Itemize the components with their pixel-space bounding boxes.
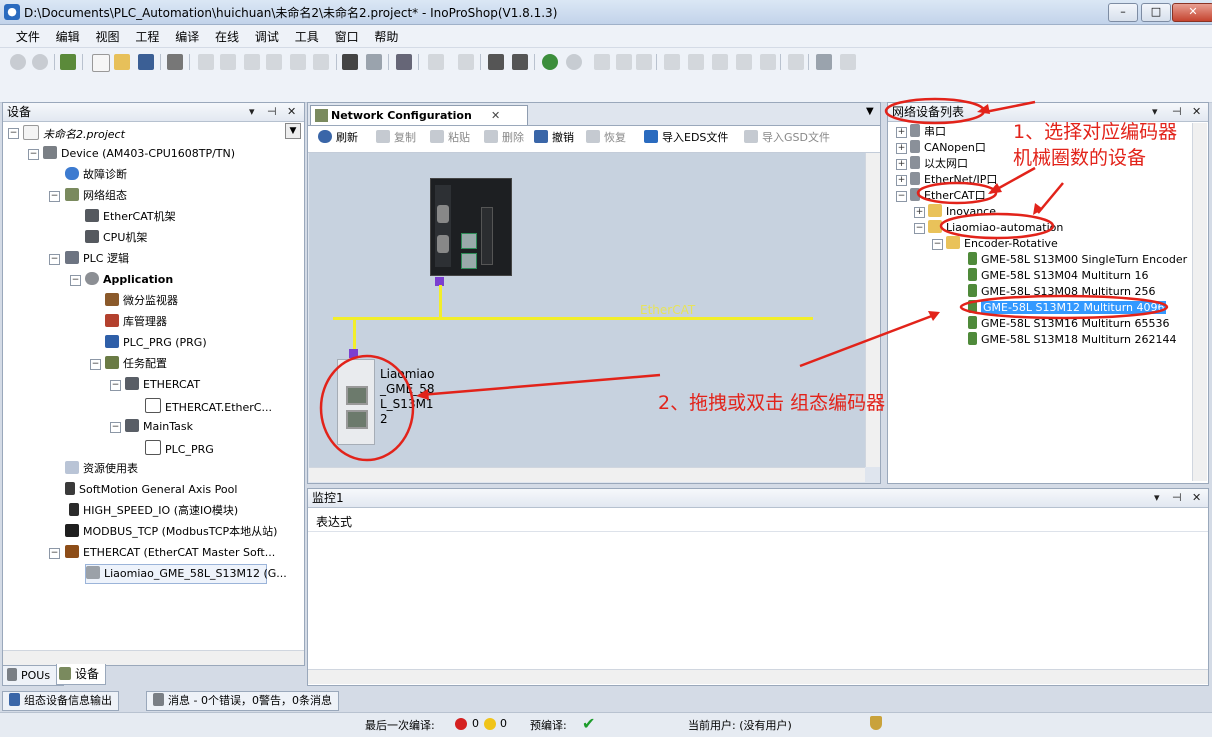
error-count: 0 bbox=[472, 717, 479, 730]
current-user: 当前用户: (没有用户) bbox=[688, 719, 792, 732]
warning-icon bbox=[484, 718, 496, 730]
status-bar: 最后一次编译: 0 0 预编译: ✔ 当前用户: (没有用户) bbox=[0, 712, 1212, 737]
shield-icon[interactable] bbox=[870, 716, 882, 730]
arrowhead bbox=[1033, 203, 1043, 215]
precompile-label: 预编译: bbox=[530, 719, 567, 732]
last-build-label: 最后一次编译: bbox=[365, 719, 435, 732]
annotation-overlay bbox=[319, 97, 1169, 462]
annotation-ellipse bbox=[916, 181, 998, 205]
annotation-step1-line1: 1、选择对应编码器 bbox=[1013, 121, 1178, 143]
annotation-ellipse bbox=[939, 212, 1055, 240]
annotation-arrow bbox=[419, 373, 661, 397]
annotation-step1-line2: 机械圈数的设备 bbox=[1013, 147, 1147, 169]
annotation-ellipse bbox=[959, 294, 1169, 320]
annotation-ellipse bbox=[884, 97, 986, 125]
arrowhead bbox=[416, 389, 429, 400]
annotation-arrow bbox=[799, 312, 938, 368]
checkmark-icon: ✔ bbox=[582, 714, 596, 733]
annotation-ellipse bbox=[319, 354, 415, 462]
error-icon bbox=[455, 718, 467, 730]
warning-count: 0 bbox=[500, 717, 507, 730]
annotation-arrow bbox=[984, 100, 1036, 114]
annotation-step2: 2、拖拽或双击 组态编码器 bbox=[658, 392, 886, 414]
